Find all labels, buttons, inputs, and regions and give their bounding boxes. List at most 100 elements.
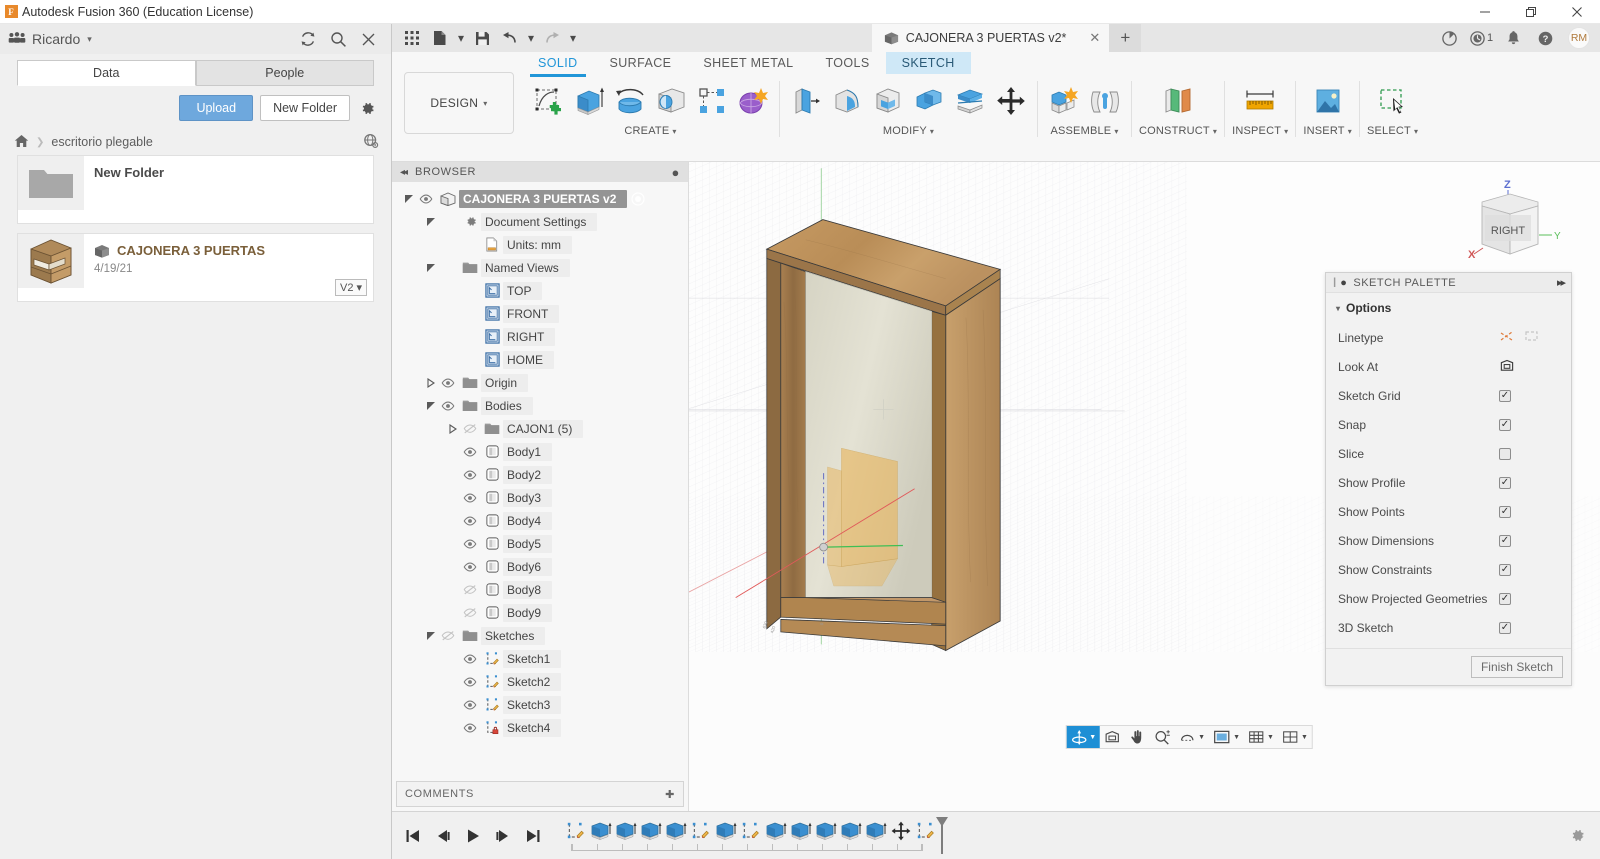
- chevron-down-icon[interactable]: [424, 217, 437, 227]
- browser-node-right[interactable]: RIGHT: [392, 325, 688, 348]
- browser-node-sketches[interactable]: Sketches: [392, 624, 688, 647]
- browser-node-body1[interactable]: Body1: [392, 440, 688, 463]
- options-section-header[interactable]: ▾ Options: [1326, 301, 1571, 323]
- ribbon-tab-surface[interactable]: SURFACE: [594, 52, 688, 74]
- version-badge[interactable]: V2 ▾: [335, 279, 367, 296]
- create-sketch-button[interactable]: [529, 81, 567, 121]
- activate-component-icon[interactable]: [627, 192, 649, 206]
- ribbon-group-label-select[interactable]: SELECT ▾: [1367, 125, 1418, 137]
- visibility-on-icon[interactable]: [459, 516, 481, 526]
- list-item-name-row[interactable]: CAJONERA 3 PUERTAS: [94, 243, 363, 258]
- close-button[interactable]: [1554, 0, 1600, 24]
- new-folder-button[interactable]: New Folder: [260, 95, 350, 121]
- browser-node-body8[interactable]: Body8: [392, 578, 688, 601]
- comments-bar[interactable]: COMMENTS ✚: [396, 781, 684, 807]
- timeline-settings-button[interactable]: [1554, 827, 1600, 844]
- browser-node-sketch2[interactable]: Sketch2: [392, 670, 688, 693]
- ribbon-tab-sheet-metal[interactable]: SHEET METAL: [687, 52, 809, 74]
- undo-caret[interactable]: ▾: [525, 26, 537, 50]
- user-menu-caret[interactable]: ▾: [87, 34, 92, 45]
- chevron-down-icon[interactable]: ▼: [1301, 734, 1308, 741]
- browser-node-home[interactable]: HOME: [392, 348, 688, 371]
- browser-node-top[interactable]: TOP: [392, 279, 688, 302]
- browser-node-sketch3[interactable]: Sketch3: [392, 693, 688, 716]
- list-item[interactable]: New Folder: [17, 155, 374, 224]
- ribbon-group-label-insert[interactable]: INSERT ▾: [1303, 125, 1352, 137]
- browser-node-body2[interactable]: Body2: [392, 463, 688, 486]
- display-settings-button[interactable]: ▼: [1209, 726, 1244, 748]
- help-button[interactable]: ?: [1530, 24, 1560, 52]
- avatar[interactable]: RM: [1568, 27, 1590, 49]
- visibility-on-icon[interactable]: [459, 654, 481, 664]
- tab-data[interactable]: Data: [17, 60, 196, 86]
- timeline-feature[interactable]: [838, 818, 863, 844]
- browser-node-body3[interactable]: Body3: [392, 486, 688, 509]
- app-grid-button[interactable]: [399, 26, 425, 50]
- search-button[interactable]: [323, 26, 353, 52]
- timeline-feature[interactable]: [613, 818, 638, 844]
- chevron-down-icon[interactable]: ▼: [1198, 734, 1205, 741]
- redo-button[interactable]: [539, 26, 565, 50]
- visibility-on-icon[interactable]: [459, 700, 481, 710]
- fillet-button[interactable]: [828, 81, 866, 121]
- save-button[interactable]: [469, 26, 495, 50]
- breadcrumb-path[interactable]: escritorio plegable: [51, 135, 152, 149]
- visibility-on-icon[interactable]: [437, 401, 459, 411]
- ribbon-group-label-construct[interactable]: CONSTRUCT ▾: [1139, 125, 1217, 137]
- show-profile-checkbox[interactable]: ✓: [1499, 477, 1511, 489]
- browser-node-sketch4[interactable]: Sketch4: [392, 716, 688, 739]
- revolve-button[interactable]: [611, 81, 649, 121]
- document-tab[interactable]: CAJONERA 3 PUERTAS v2* ✕: [872, 24, 1110, 52]
- timeline-feature[interactable]: [788, 818, 813, 844]
- grid-snaps-button[interactable]: ▼: [1244, 726, 1278, 748]
- look-at-button[interactable]: [1100, 726, 1125, 748]
- shell-button[interactable]: [869, 81, 907, 121]
- tab-people[interactable]: People: [196, 60, 375, 86]
- form-button[interactable]: [734, 81, 772, 121]
- chevron-down-icon[interactable]: [424, 263, 437, 273]
- slice-checkbox[interactable]: [1499, 448, 1511, 460]
- visibility-on-icon[interactable]: [437, 378, 459, 388]
- sweep-button[interactable]: [652, 81, 690, 121]
- undo-button[interactable]: [497, 26, 523, 50]
- user-name[interactable]: Ricardo: [32, 31, 80, 47]
- timeline-feature[interactable]: [763, 818, 788, 844]
- look-at-icon[interactable]: [1499, 358, 1515, 376]
- visibility-off-icon[interactable]: [437, 630, 459, 641]
- add-comment-icon[interactable]: ✚: [665, 788, 675, 801]
- minimize-icon[interactable]: ●: [1340, 277, 1347, 289]
- orbit-button[interactable]: ▼: [1066, 726, 1100, 748]
- chevron-down-icon[interactable]: [402, 194, 415, 204]
- extrude-button[interactable]: [570, 81, 608, 121]
- ribbon-tab-sketch[interactable]: SKETCH: [886, 52, 971, 74]
- browser-node-front[interactable]: FRONT: [392, 302, 688, 325]
- visibility-off-icon[interactable]: [459, 584, 481, 595]
- snap-checkbox[interactable]: ✓: [1499, 419, 1511, 431]
- chevron-down-icon[interactable]: ▼: [1089, 734, 1096, 741]
- globe-button[interactable]: [363, 133, 379, 152]
- list-item[interactable]: CAJONERA 3 PUERTAS 4/19/21 V2 ▾: [17, 233, 374, 302]
- ribbon-tab-tools[interactable]: TOOLS: [809, 52, 885, 74]
- offset-face-button[interactable]: [951, 81, 989, 121]
- view-cube[interactable]: Z RIGHT X Y: [1452, 172, 1562, 272]
- new-component-button[interactable]: [1045, 81, 1083, 121]
- chevron-right-icon[interactable]: [424, 378, 437, 388]
- viewports-button[interactable]: ▼: [1278, 726, 1312, 748]
- minimize-icon[interactable]: ●: [672, 165, 680, 180]
- data-panel-settings-button[interactable]: [357, 98, 377, 118]
- browser-node-body5[interactable]: Body5: [392, 532, 688, 555]
- data-panel-close-button[interactable]: [353, 26, 383, 52]
- timeline-feature[interactable]: [663, 818, 688, 844]
- construction-line-icon[interactable]: [1499, 329, 1515, 346]
- centerline-icon[interactable]: [1524, 329, 1540, 346]
- press-pull-button[interactable]: [787, 81, 825, 121]
- browser-node-body4[interactable]: Body4: [392, 509, 688, 532]
- document-tab-close-icon[interactable]: ✕: [1089, 30, 1100, 46]
- sketch-grid-checkbox[interactable]: ✓: [1499, 390, 1511, 402]
- refresh-button[interactable]: [293, 26, 323, 52]
- fit-button[interactable]: ▼: [1175, 726, 1209, 748]
- timeline-feature[interactable]: [813, 818, 838, 844]
- new-document-caret[interactable]: ▾: [455, 26, 467, 50]
- show-projected-geometries-checkbox[interactable]: ✓: [1499, 593, 1511, 605]
- visibility-on-icon[interactable]: [459, 677, 481, 687]
